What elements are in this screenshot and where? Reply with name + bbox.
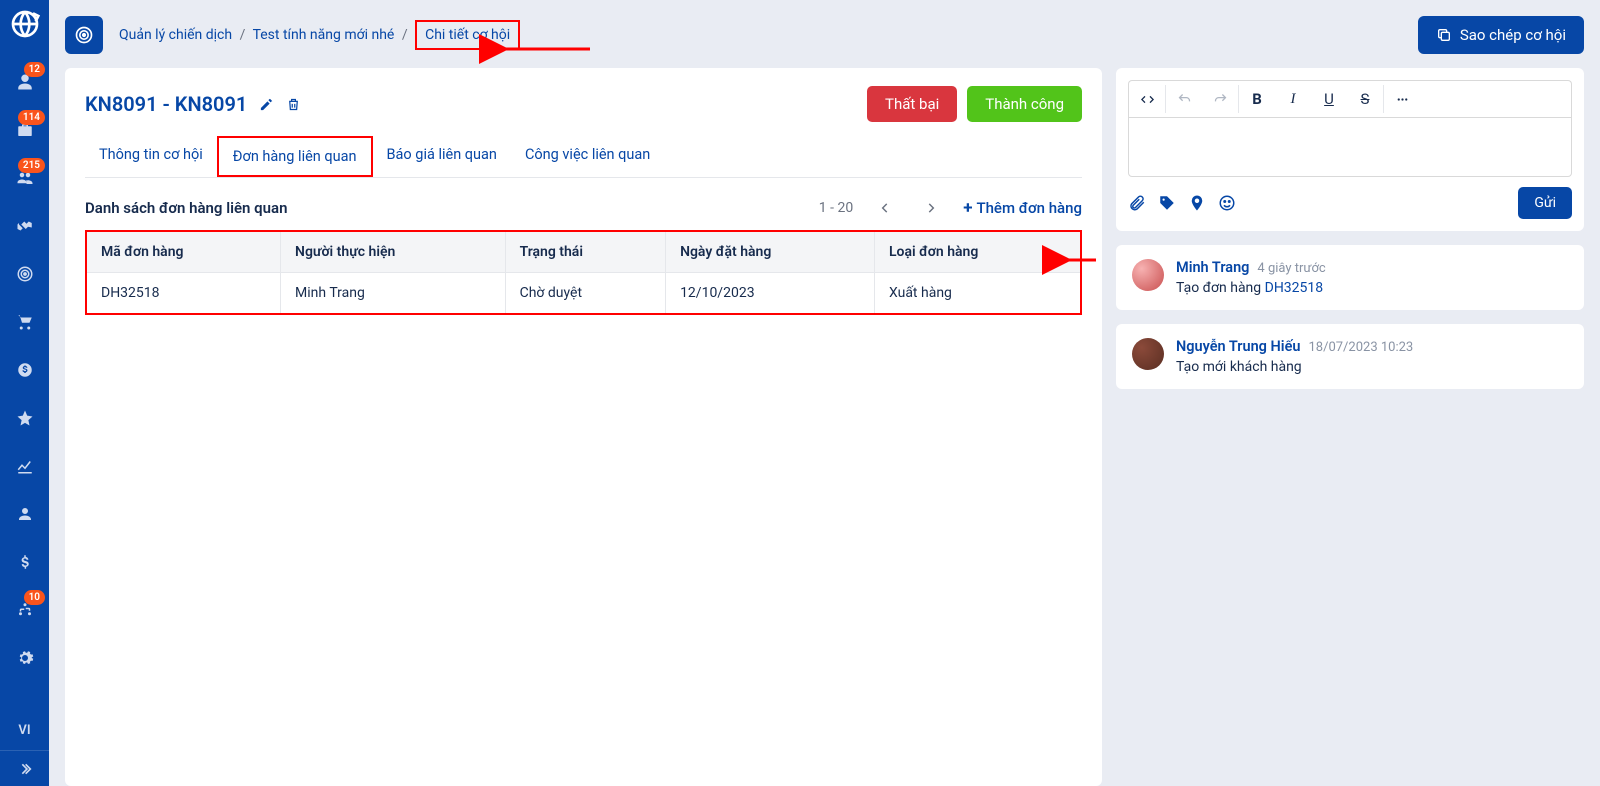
cell-status: Chờ duyệt	[505, 273, 665, 315]
th-status: Trạng thái	[505, 231, 665, 273]
tabs: Thông tin cơ hội Đơn hàng liên quan Báo …	[85, 136, 1082, 178]
pager-prev[interactable]	[871, 194, 899, 222]
delete-icon[interactable]	[286, 97, 301, 112]
th-type: Loại đơn hàng	[874, 231, 1081, 273]
underline-icon[interactable]: U	[1311, 81, 1347, 117]
sidebar-item-dollar[interactable]	[0, 538, 49, 586]
cell-person[interactable]: Minh Trang	[281, 273, 506, 315]
activity-link[interactable]: DH32518	[1265, 280, 1324, 296]
orders-section-title: Danh sách đơn hàng liên quan	[85, 199, 287, 217]
edit-icon[interactable]	[259, 97, 274, 112]
bold-icon[interactable]: B	[1239, 81, 1275, 117]
main: Quản lý chiến dịch / Test tính năng mới …	[49, 0, 1600, 786]
sidebar-item-settings[interactable]	[0, 634, 49, 682]
copy-opportunity-button[interactable]: Sao chép cơ hội	[1418, 16, 1584, 54]
emoji-icon[interactable]	[1218, 194, 1236, 212]
sidebar-item-star[interactable]	[0, 394, 49, 442]
detail-panel: KN8091 - KN8091 Thất bại Thành công Thôn…	[65, 68, 1102, 786]
sidebar-item-org[interactable]: 10	[0, 586, 49, 634]
pager-next[interactable]	[917, 194, 945, 222]
fail-button[interactable]: Thất bại	[867, 86, 957, 122]
cell-date: 12/10/2023	[666, 273, 875, 315]
editor-toolbar: B I U S	[1128, 80, 1572, 117]
comment-editor[interactable]	[1128, 117, 1572, 177]
activity-time: 4 giây trước	[1257, 261, 1325, 276]
add-order-link[interactable]: +Thêm đơn hàng	[963, 198, 1082, 218]
sidebar-item-chart[interactable]	[0, 442, 49, 490]
attach-icon[interactable]	[1128, 194, 1146, 212]
cell-code[interactable]: DH32518	[86, 273, 281, 315]
sidebar-item-user[interactable]: 12	[0, 58, 49, 106]
activity-panel: B I U S	[1116, 68, 1584, 786]
more-icon[interactable]	[1384, 81, 1420, 117]
sidebar: 12 114 215	[0, 0, 49, 786]
table-header-row: Mã đơn hàng Người thực hiện Trạng thái N…	[86, 231, 1081, 273]
undo-icon[interactable]	[1166, 81, 1202, 117]
breadcrumb-icon	[65, 16, 103, 54]
avatar	[1132, 338, 1164, 370]
activity-text: Tạo mới khách hàng	[1176, 359, 1568, 375]
badge-group: 215	[18, 158, 45, 173]
breadcrumb-current: Chi tiết cơ hội	[415, 20, 520, 50]
sidebar-item-money[interactable]	[0, 346, 49, 394]
th-person: Người thực hiện	[281, 231, 506, 273]
location-icon[interactable]	[1188, 194, 1206, 212]
breadcrumb: Quản lý chiến dịch / Test tính năng mới …	[119, 20, 520, 50]
italic-icon[interactable]: I	[1275, 81, 1311, 117]
sidebar-item-target[interactable]	[0, 250, 49, 298]
activity-time: 18/07/2023 10:23	[1308, 340, 1413, 355]
th-code: Mã đơn hàng	[86, 231, 281, 273]
success-button[interactable]: Thành công	[967, 86, 1082, 122]
activity-author[interactable]: Nguyễn Trung Hiếu	[1176, 338, 1300, 355]
activity-text: Tạo đơn hàng DH32518	[1176, 280, 1568, 296]
send-button[interactable]: Gửi	[1518, 187, 1572, 219]
tab-quotes[interactable]: Báo giá liên quan	[373, 136, 511, 177]
sidebar-item-group[interactable]: 215	[0, 154, 49, 202]
code-icon[interactable]	[1129, 81, 1165, 117]
badge-org: 10	[24, 590, 45, 605]
activity-item: Nguyễn Trung Hiếu 18/07/2023 10:23 Tạo m…	[1116, 324, 1584, 389]
sidebar-language[interactable]: VI	[0, 710, 49, 750]
activity-item: Minh Trang 4 giây trước Tạo đơn hàng DH3…	[1116, 245, 1584, 310]
logo	[9, 8, 41, 40]
sidebar-item-cart[interactable]	[0, 298, 49, 346]
strike-icon[interactable]: S	[1347, 81, 1383, 117]
sidebar-item-briefcase[interactable]: 114	[0, 106, 49, 154]
badge-users: 12	[24, 62, 45, 77]
badge-briefcase: 114	[18, 110, 45, 125]
avatar	[1132, 259, 1164, 291]
pager-range: 1 - 20	[819, 200, 853, 216]
top-row: Quản lý chiến dịch / Test tính năng mới …	[65, 16, 1584, 54]
sidebar-item-handshake[interactable]	[0, 202, 49, 250]
tab-orders[interactable]: Đơn hàng liên quan	[217, 136, 373, 177]
redo-icon[interactable]	[1202, 81, 1238, 117]
breadcrumb-l0[interactable]: Quản lý chiến dịch	[119, 27, 232, 43]
sidebar-item-contact[interactable]	[0, 490, 49, 538]
page-title: KN8091 - KN8091	[85, 92, 247, 116]
sidebar-collapse[interactable]	[0, 750, 49, 786]
tag-icon[interactable]	[1158, 194, 1176, 212]
cell-type: Xuất hàng	[874, 273, 1081, 315]
table-row[interactable]: DH32518 Minh Trang Chờ duyệt 12/10/2023 …	[86, 273, 1081, 315]
th-date: Ngày đặt hàng	[666, 231, 875, 273]
tab-info[interactable]: Thông tin cơ hội	[85, 136, 217, 177]
activity-author[interactable]: Minh Trang	[1176, 259, 1249, 276]
tab-tasks[interactable]: Công việc liên quan	[511, 136, 664, 177]
orders-table: Mã đơn hàng Người thực hiện Trạng thái N…	[85, 230, 1082, 315]
breadcrumb-l1[interactable]: Test tính năng mới nhé	[253, 27, 395, 43]
